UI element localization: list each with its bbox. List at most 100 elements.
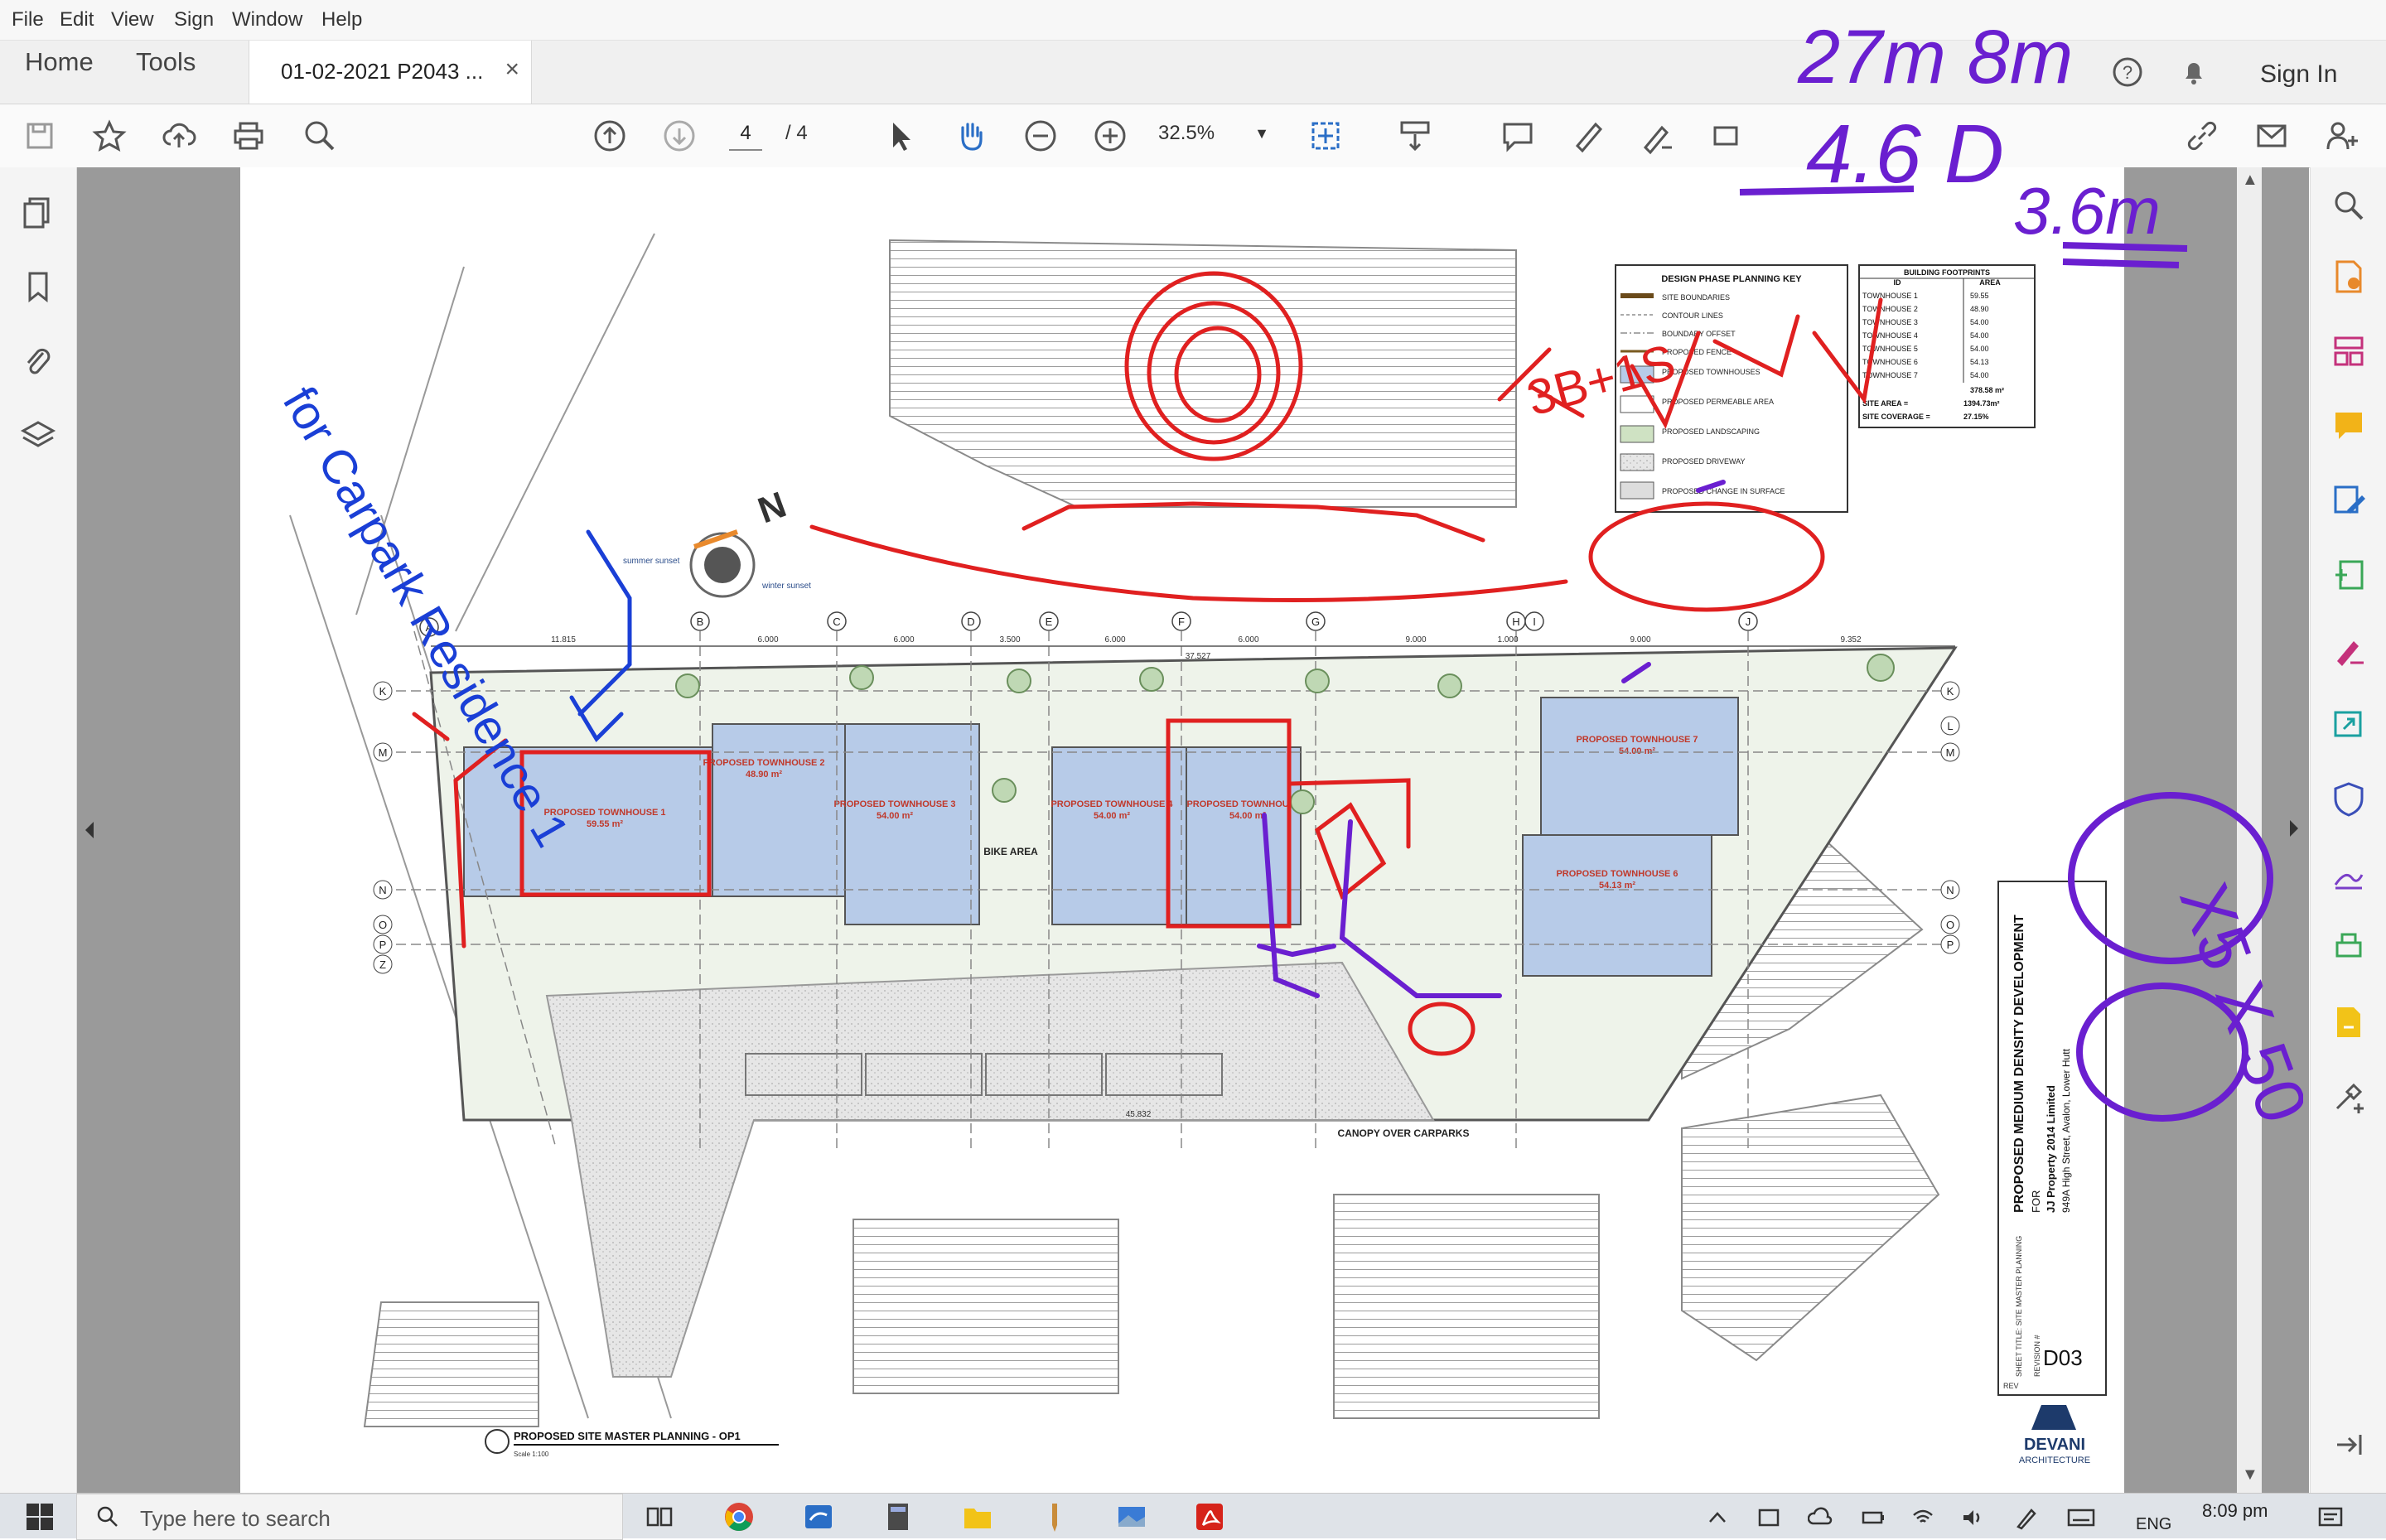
svg-text:FOR: FOR [2030, 1190, 2042, 1213]
menu-view[interactable]: View [111, 8, 154, 31]
pencil-app-icon[interactable] [1037, 1500, 1070, 1533]
svg-text:11.815: 11.815 [551, 635, 576, 644]
sign-pen-icon[interactable] [2329, 853, 2369, 893]
site-plan-drawing: PROPOSED TOWNHOUSE 1 59.55 m² PROPOSED T… [273, 233, 2107, 1465]
export-file-icon[interactable] [2329, 1002, 2369, 1042]
collapse-left-icon[interactable] [82, 818, 99, 842]
comment-icon[interactable] [1498, 116, 1538, 156]
svg-text:48.90: 48.90 [1970, 305, 1989, 313]
menu-file[interactable]: File [12, 8, 44, 31]
layers-icon[interactable] [18, 416, 58, 456]
svg-text:CONTOUR LINES: CONTOUR LINES [1662, 311, 1723, 320]
menu-window[interactable]: Window [232, 8, 302, 31]
upload-cloud-icon[interactable] [159, 116, 199, 156]
whiteboard-app-icon[interactable] [802, 1500, 835, 1533]
windows-start-icon[interactable] [23, 1500, 56, 1533]
protect-shield-icon[interactable] [2329, 779, 2369, 818]
menu-sign[interactable]: Sign [174, 8, 214, 31]
menu-help[interactable]: Help [321, 8, 362, 31]
save-icon[interactable] [20, 116, 60, 156]
fill-sign-icon[interactable] [2329, 630, 2369, 669]
export-pdf-icon[interactable] [2329, 257, 2369, 297]
zoom-level-select[interactable]: 32.5% ▼ [1158, 116, 1274, 151]
svg-text:P: P [1947, 939, 1954, 951]
comment-tool-icon[interactable] [2329, 406, 2369, 446]
neighbour-building-south [852, 1219, 1119, 1394]
svg-text:H: H [1512, 616, 1519, 628]
pen-ink-icon[interactable] [2013, 1505, 2038, 1530]
select-cursor-icon[interactable] [881, 116, 921, 156]
plan-title: PROPOSED SITE MASTER PLANNING - OP1 [514, 1430, 741, 1442]
svg-text:45.832: 45.832 [1126, 1110, 1152, 1119]
chrome-icon[interactable] [722, 1500, 756, 1533]
purple-ink-right: X5 X 50 [2068, 792, 2303, 1127]
zoom-in-icon[interactable] [1090, 116, 1130, 156]
add-user-icon[interactable] [2321, 116, 2361, 156]
chevron-up-icon[interactable] [1705, 1505, 1730, 1530]
bookmarks-icon[interactable] [18, 267, 58, 307]
grid-bubbles-top [419, 611, 1758, 637]
svg-text:6.000: 6.000 [757, 635, 778, 644]
print-icon[interactable] [229, 116, 268, 156]
more-tools-icon[interactable] [2329, 1077, 2369, 1117]
hand-tool-icon[interactable] [951, 116, 991, 156]
menu-edit[interactable]: Edit [60, 8, 94, 31]
zoom-level-value: 32.5% [1158, 122, 1215, 144]
task-view-icon[interactable] [643, 1500, 676, 1533]
tab-home[interactable]: Home [25, 47, 94, 77]
canopy-label: CANOPY OVER CARPARKS [1338, 1127, 1470, 1139]
previous-page-icon[interactable] [590, 116, 630, 156]
svg-text:54.00: 54.00 [1970, 371, 1989, 379]
page-thumbnails-icon[interactable] [18, 192, 58, 232]
taskbar-search-input[interactable]: Type here to search [76, 1494, 623, 1540]
windows-taskbar: Type here to search ENG 8:09 pm [0, 1493, 2386, 1540]
svg-text:3.500: 3.500 [999, 635, 1020, 644]
zoom-search-icon[interactable] [300, 116, 340, 156]
search-icon [97, 1506, 118, 1527]
collapse-panel-icon[interactable] [2329, 1425, 2369, 1465]
svg-text:P: P [379, 939, 387, 951]
svg-text:O: O [1946, 919, 1954, 931]
taskbar-clock[interactable]: 8:09 pm [2202, 1500, 2268, 1522]
organize-pages-icon[interactable] [2329, 331, 2369, 371]
calculator-icon[interactable] [881, 1500, 915, 1533]
keyboard-icon[interactable] [2066, 1505, 2096, 1530]
tab-document[interactable]: 01-02-2021 P2043 ... × [249, 41, 532, 104]
fit-page-icon[interactable] [1306, 116, 1345, 156]
onedrive-cloud-icon[interactable] [1808, 1505, 1833, 1530]
print-production-icon[interactable] [2329, 928, 2369, 968]
svg-text:K: K [1947, 685, 1954, 698]
next-page-icon[interactable] [659, 116, 699, 156]
tab-tools[interactable]: Tools [136, 47, 196, 77]
search-tool-icon[interactable] [2329, 186, 2369, 225]
highlight-pen-icon[interactable] [1567, 116, 1607, 156]
zoom-out-icon[interactable] [1021, 116, 1060, 156]
tablet-icon[interactable] [1756, 1505, 1781, 1530]
attachments-icon[interactable] [18, 341, 58, 381]
page-number-input[interactable]: 4 [729, 118, 762, 151]
townhouse-7-area: 54.00 m² [1619, 746, 1655, 756]
townhouse-4-area: 54.00 m² [1094, 811, 1130, 821]
notifications-center-icon[interactable] [2316, 1505, 2345, 1530]
bookmark-star-icon[interactable] [89, 116, 129, 156]
battery-icon[interactable] [1861, 1505, 1886, 1530]
svg-text:REV: REV [2003, 1382, 2019, 1390]
svg-text:27.15%: 27.15% [1963, 413, 1989, 421]
edit-pdf-icon[interactable] [2329, 480, 2369, 520]
svg-text:1394.73m²: 1394.73m² [1963, 399, 2000, 408]
acrobat-taskbar-icon[interactable] [1193, 1500, 1226, 1533]
volume-icon[interactable] [1960, 1505, 1985, 1530]
input-language[interactable]: ENG [2136, 1515, 2171, 1534]
purple-ink-top-right: 27m 8m 4.6 D 3.6m [1739, 15, 2188, 268]
firm-name: DEVANI [2024, 1436, 2085, 1454]
photos-app-icon[interactable] [1115, 1500, 1148, 1533]
file-explorer-icon[interactable] [961, 1500, 994, 1533]
close-tab-button[interactable]: × [505, 56, 519, 84]
wifi-icon[interactable] [1910, 1505, 1935, 1530]
create-pdf-icon[interactable] [2329, 555, 2369, 595]
svg-text:SITE AREA =: SITE AREA = [1862, 399, 1908, 408]
svg-text:PROPOSED LANDSCAPING: PROPOSED LANDSCAPING [1662, 427, 1760, 436]
send-review-icon[interactable] [2329, 704, 2369, 744]
scroll-mode-icon[interactable] [1395, 116, 1435, 156]
svg-text:M: M [1946, 746, 1955, 759]
